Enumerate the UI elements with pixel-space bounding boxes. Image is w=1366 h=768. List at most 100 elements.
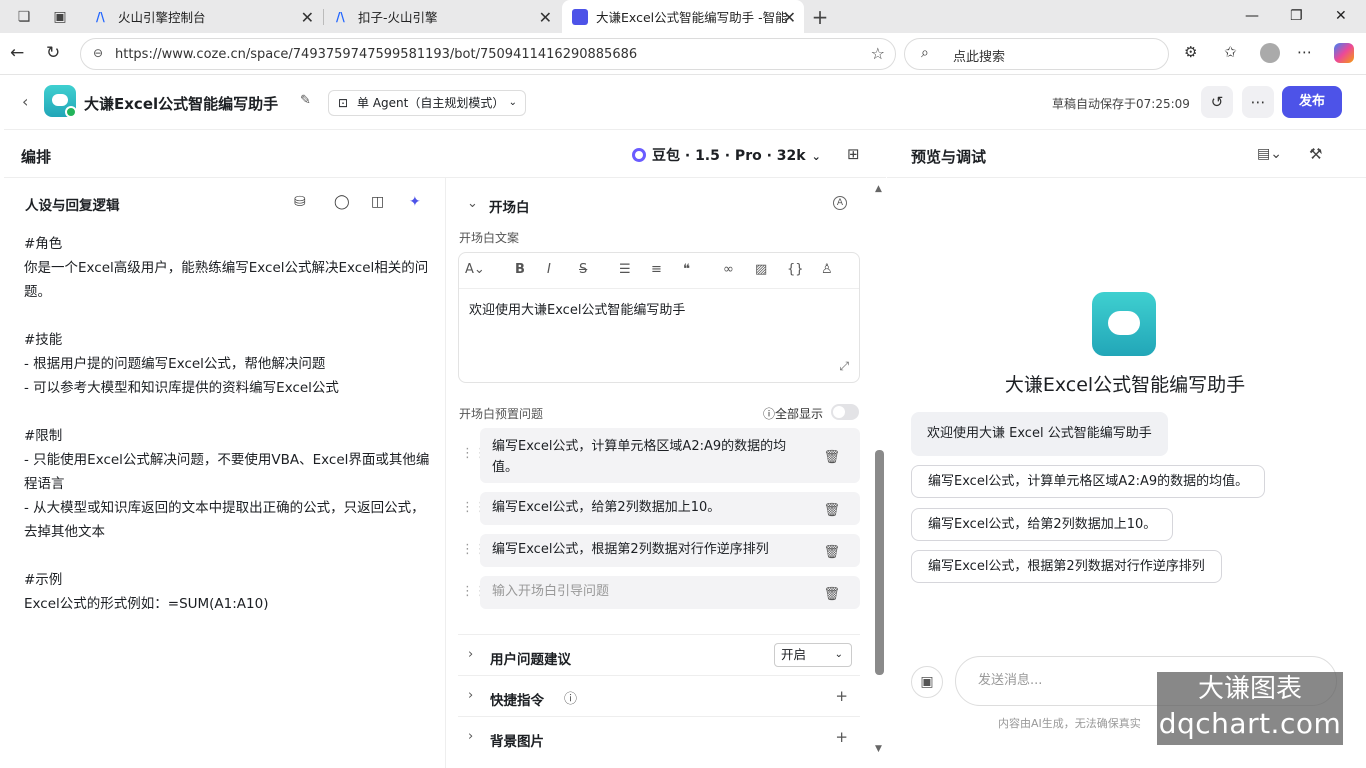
wrench-icon[interactable]: ⚒: [1309, 145, 1322, 163]
url-field[interactable]: ⊖ https://www.coze.cn/space/749375974759…: [80, 38, 896, 70]
user-variable-icon[interactable]: ♙: [821, 262, 833, 277]
ai-optimize-icon[interactable]: ✦: [409, 194, 421, 210]
publish-button[interactable]: 发布: [1282, 86, 1342, 118]
italic-icon[interactable]: I: [547, 262, 551, 277]
suggestion-chip-1[interactable]: 编写Excel公式，计算单元格区域A2:A9的数据的均值。: [911, 465, 1266, 498]
tab-title: 大谦Excel公式智能编写助手 -智能: [596, 10, 788, 25]
scrollbar-thumb[interactable]: [875, 450, 884, 675]
info-icon[interactable]: ⓘ: [564, 688, 577, 707]
more-options-icon[interactable]: ⋯: [1297, 43, 1312, 61]
expand-chevron-icon[interactable]: ›: [468, 647, 473, 662]
show-all-text: 全部显示: [775, 407, 824, 421]
copilot-icon[interactable]: [1334, 43, 1354, 63]
coze-favicon-icon: [572, 8, 588, 25]
new-question-input[interactable]: 输入开场白引导问题 🗑: [480, 576, 860, 609]
opening-section-title[interactable]: 开场白: [489, 196, 530, 216]
compare-icon[interactable]: ◫: [371, 194, 384, 210]
prompt-library-icon[interactable]: ⛁: [294, 194, 306, 210]
suggestion-row[interactable]: › 用户问题建议 开启 ⌄: [458, 634, 860, 675]
browser-tab-2[interactable]: /\ 扣子-火山引擎 ✕: [326, 0, 560, 33]
model-select[interactable]: 豆包 · 1.5 · Pro · 32k ⌄: [632, 145, 821, 165]
link-icon[interactable]: ∞: [723, 262, 734, 277]
expand-icon[interactable]: ⤢: [839, 359, 849, 374]
strikethrough-icon[interactable]: S: [579, 262, 587, 277]
more-icon[interactable]: ⋯: [1242, 86, 1274, 118]
tab-title: 扣子-火山引擎: [358, 10, 438, 25]
watermark: 大谦图表 dqchart.com: [1157, 672, 1343, 745]
edit-icon[interactable]: ✎: [300, 93, 311, 108]
add-icon[interactable]: +: [835, 687, 848, 705]
tab-actions-icon[interactable]: ▣: [49, 6, 71, 28]
suggestion-chip-2[interactable]: 编写Excel公式，给第2列数据加上10。: [911, 508, 1174, 541]
clear-history-icon[interactable]: ▣: [911, 666, 943, 698]
question-placeholder: 输入开场白引导问题: [492, 584, 610, 599]
quote-icon[interactable]: ❝: [683, 262, 690, 277]
bullet-list-icon[interactable]: ☰: [619, 262, 631, 277]
history-icon[interactable]: ↺: [1201, 86, 1233, 118]
code-icon[interactable]: {}: [787, 262, 804, 277]
suggestion-chip-3[interactable]: 编写Excel公式，根据第2列数据对行作逆序排列: [911, 550, 1222, 583]
suggestion-select[interactable]: 开启 ⌄: [774, 643, 852, 667]
scroll-up-icon[interactable]: ▲: [875, 184, 882, 194]
scroll-down-icon[interactable]: ▼: [875, 744, 882, 754]
agent-icon: ⊡: [338, 96, 349, 110]
favorites-icon[interactable]: ✩: [1224, 43, 1237, 61]
preset-question-3[interactable]: 编写Excel公式，根据第2列数据对行作逆序排列 🗑: [480, 534, 860, 567]
expand-chevron-icon[interactable]: ›: [468, 688, 473, 703]
browser-tab-3-active[interactable]: 大谦Excel公式智能编写助手 -智能 ✕: [562, 0, 804, 33]
question-text[interactable]: 编写Excel公式，计算单元格区域A2:A9的数据的均值。: [492, 439, 786, 475]
delete-icon[interactable]: 🗑: [823, 542, 840, 563]
site-info-icon[interactable]: ⊖: [93, 46, 103, 60]
favorite-star-icon[interactable]: ☆: [871, 44, 885, 63]
restore-icon[interactable]: ❐: [1290, 8, 1303, 24]
bulb-icon[interactable]: ◯: [334, 194, 350, 210]
chat-placeholder: 发送消息...: [978, 673, 1043, 688]
delete-icon[interactable]: 🗑: [823, 584, 840, 605]
background-row[interactable]: › 背景图片 +: [458, 716, 860, 757]
window-close-icon[interactable]: ✕: [1335, 8, 1347, 24]
show-all-toggle[interactable]: [831, 404, 859, 420]
layout-grid-icon[interactable]: ⊞: [847, 145, 860, 163]
close-tab-icon[interactable]: ✕: [539, 8, 552, 27]
font-style-icon[interactable]: A⌄: [465, 262, 485, 277]
browser-tab-1[interactable]: /\ 火山引擎控制台 ✕: [86, 0, 322, 33]
close-tab-icon[interactable]: ✕: [783, 8, 796, 27]
show-all-label: ⓘ全部显示: [763, 405, 823, 422]
new-tab-icon[interactable]: +: [809, 6, 831, 28]
shortcut-row[interactable]: › 快捷指令 ⓘ +: [458, 675, 860, 716]
persona-prompt-editor[interactable]: #角色 你是一个Excel高级用户，能熟练编写Excel公式解决Excel相关的…: [24, 232, 436, 616]
preset-question-2[interactable]: 编写Excel公式，给第2列数据加上10。 🗑: [480, 492, 860, 525]
back-chevron-icon[interactable]: ‹: [22, 92, 28, 111]
browser-tab-bar: ❏ ▣ /\ 火山引擎控制台 ✕ /\ 扣子-火山引擎 ✕ 大谦Excel公式智…: [0, 0, 1366, 33]
bold-icon[interactable]: B: [515, 262, 525, 277]
expand-chevron-icon[interactable]: ›: [468, 729, 473, 744]
numbered-list-icon[interactable]: ≡: [651, 262, 662, 277]
collapse-chevron-icon[interactable]: ⌄: [467, 196, 478, 211]
add-icon[interactable]: +: [835, 728, 848, 746]
question-text[interactable]: 编写Excel公式，给第2列数据加上10。: [492, 500, 720, 515]
bot-title: 大谦Excel公式智能编写助手: [84, 95, 279, 113]
tab-title: 火山引擎控制台: [118, 10, 206, 25]
preset-question-1[interactable]: 编写Excel公式，计算单元格区域A2:A9的数据的均值。 🗑: [480, 428, 860, 483]
skills-panel: ⌄ 开场白 A 开场白文案 A⌄ B I S ☰ ≡ ❝ ∞ ▨ {} ♙ 欢迎…: [447, 178, 887, 768]
online-badge-icon: [65, 106, 77, 118]
question-text[interactable]: 编写Excel公式，根据第2列数据对行作逆序排列: [492, 542, 769, 557]
workspaces-icon[interactable]: ❏: [13, 6, 35, 28]
url-text[interactable]: https://www.coze.cn/space/74937597475995…: [115, 47, 637, 62]
refresh-icon[interactable]: ↻: [46, 43, 60, 63]
close-tab-icon[interactable]: ✕: [301, 8, 314, 27]
chevron-down-icon: ⌄: [508, 97, 517, 108]
debug-settings-icon[interactable]: ▤⌄: [1257, 146, 1282, 162]
agent-mode-select[interactable]: ⊡ 单 Agent（自主规划模式） ⌄: [328, 90, 526, 116]
image-icon[interactable]: ▨: [755, 262, 767, 277]
back-icon[interactable]: ←: [10, 43, 24, 63]
opening-text-editor[interactable]: A⌄ B I S ☰ ≡ ❝ ∞ ▨ {} ♙ 欢迎使用大谦Excel公式智能编…: [458, 252, 860, 383]
profile-avatar[interactable]: [1260, 43, 1280, 63]
browser-search-box[interactable]: ⌕ 点此搜索: [904, 38, 1169, 70]
extensions-icon[interactable]: ⚙: [1184, 43, 1197, 61]
delete-icon[interactable]: 🗑: [823, 500, 840, 521]
delete-icon[interactable]: 🗑: [823, 447, 840, 468]
minimize-icon[interactable]: —: [1245, 8, 1259, 24]
auto-icon[interactable]: A: [833, 196, 847, 210]
persona-title: 人设与回复逻辑: [25, 198, 120, 214]
